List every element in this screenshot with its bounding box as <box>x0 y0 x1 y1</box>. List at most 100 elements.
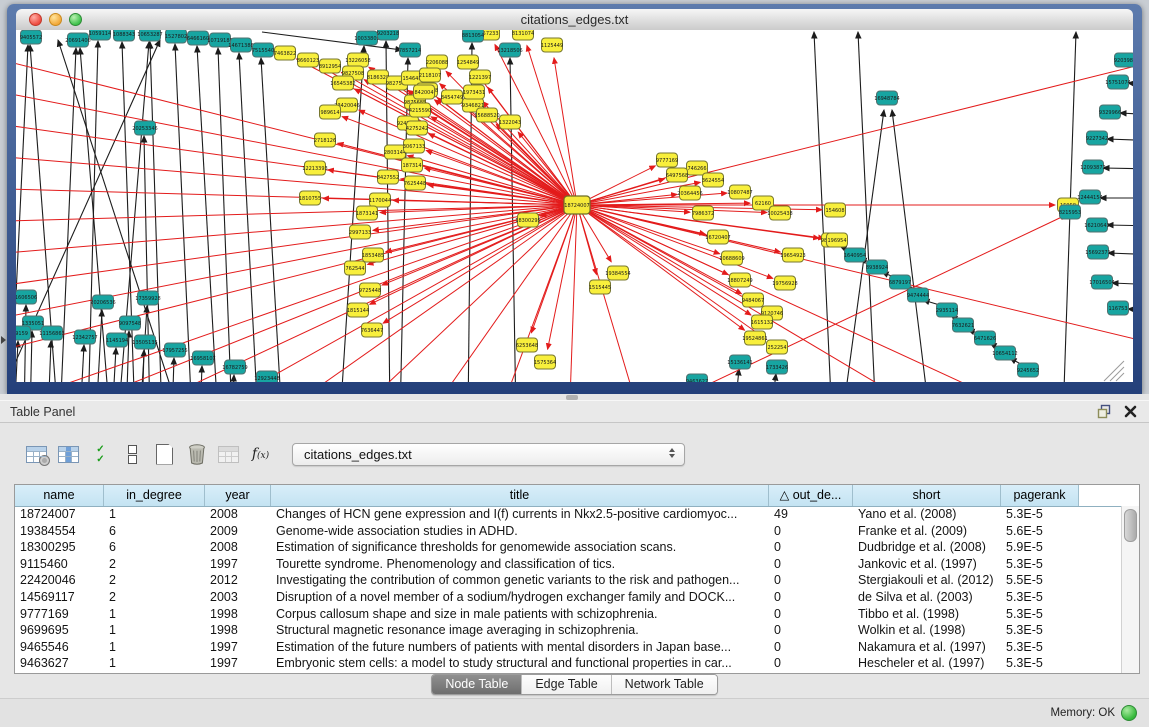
tab-network-table[interactable]: Network Table <box>611 675 717 694</box>
cell-title[interactable]: Genome-wide association studies in ADHD. <box>271 523 769 540</box>
cell-in_degree[interactable]: 2 <box>104 572 205 589</box>
table-row[interactable]: 969969511998Structural magnetic resonanc… <box>15 622 1122 639</box>
cell-short[interactable]: Hescheler et al. (1997) <box>853 655 1001 672</box>
table-row[interactable]: 911546021997Tourette syndrome. Phenomeno… <box>15 556 1122 573</box>
delete-table-icon[interactable] <box>184 441 209 467</box>
cell-out_de[interactable]: 0 <box>769 622 853 639</box>
cell-short[interactable]: Franke et al. (2009) <box>853 523 1001 540</box>
cell-pagerank[interactable]: 5.3E-5 <box>1001 655 1079 672</box>
cell-out_de[interactable]: 0 <box>769 655 853 672</box>
column-header-year[interactable]: year <box>205 485 271 506</box>
table-row[interactable]: 946362711997Embryonic stem cells: a mode… <box>15 655 1122 672</box>
cell-in_degree[interactable]: 1 <box>104 639 205 656</box>
cell-title[interactable]: Estimation of significance thresholds fo… <box>271 539 769 556</box>
table-row[interactable]: 1938455462009Genome-wide association stu… <box>15 523 1122 540</box>
table-row[interactable]: 946554611997Estimation of the future num… <box>15 639 1122 656</box>
cell-title[interactable]: Changes of HCN gene expression and I(f) … <box>271 506 769 523</box>
select-all-columns-icon[interactable]: ✓✓ <box>88 441 113 467</box>
cell-year[interactable]: 1998 <box>205 606 271 623</box>
cell-out_de[interactable]: 0 <box>769 606 853 623</box>
cell-out_de[interactable]: 0 <box>769 523 853 540</box>
cell-name[interactable]: 18300295 <box>15 539 104 556</box>
cell-in_degree[interactable]: 6 <box>104 523 205 540</box>
cell-year[interactable]: 1997 <box>205 655 271 672</box>
column-header-title[interactable]: title <box>271 485 769 506</box>
network-canvas[interactable]: 1872400774638228660123891295413226058982… <box>16 30 1133 382</box>
tab-edge-table[interactable]: Edge Table <box>521 675 610 694</box>
table-row[interactable]: 1456911722003Disruption of a novel membe… <box>15 589 1122 606</box>
cell-title[interactable]: Tourette syndrome. Phenomenology and cla… <box>271 556 769 573</box>
cell-year[interactable]: 2009 <box>205 523 271 540</box>
cell-title[interactable]: Investigating the contribution of common… <box>271 572 769 589</box>
column-header-short[interactable]: short <box>853 485 1001 506</box>
new-table-icon[interactable] <box>152 441 177 467</box>
cell-in_degree[interactable]: 1 <box>104 506 205 523</box>
cell-out_de[interactable]: 0 <box>769 556 853 573</box>
close-panel-icon[interactable] <box>1124 405 1137 418</box>
cell-name[interactable]: 14569117 <box>15 589 104 606</box>
table-row[interactable]: 2242004622012Investigating the contribut… <box>15 572 1122 589</box>
cell-pagerank[interactable]: 5.3E-5 <box>1001 556 1079 573</box>
cell-in_degree[interactable]: 6 <box>104 539 205 556</box>
cell-pagerank[interactable]: 5.3E-5 <box>1001 622 1079 639</box>
select-columns-icon[interactable] <box>56 441 81 467</box>
cell-year[interactable]: 1997 <box>205 556 271 573</box>
cell-pagerank[interactable]: 5.3E-5 <box>1001 639 1079 656</box>
cell-title[interactable]: Disruption of a novel member of a sodium… <box>271 589 769 606</box>
column-header-pagerank[interactable]: pagerank <box>1001 485 1079 506</box>
table-row[interactable]: 1872400712008Changes of HCN gene express… <box>15 506 1122 523</box>
cell-in_degree[interactable]: 1 <box>104 606 205 623</box>
cell-name[interactable]: 19384554 <box>15 523 104 540</box>
cell-in_degree[interactable]: 2 <box>104 556 205 573</box>
column-header-out_de[interactable]: △ out_de... <box>769 485 853 506</box>
memory-status-icon[interactable] <box>1121 705 1137 721</box>
cell-name[interactable]: 22420046 <box>15 572 104 589</box>
minimize-window-icon[interactable] <box>49 13 62 26</box>
cell-pagerank[interactable]: 5.3E-5 <box>1001 506 1079 523</box>
network-window-titlebar[interactable]: citations_edges.txt <box>16 9 1133 31</box>
cell-out_de[interactable]: 0 <box>769 589 853 606</box>
cell-out_de[interactable]: 0 <box>769 639 853 656</box>
cell-year[interactable]: 1998 <box>205 622 271 639</box>
column-header-name[interactable]: name <box>15 485 104 506</box>
cell-name[interactable]: 9699695 <box>15 622 104 639</box>
scrollbar-thumb[interactable] <box>1124 509 1137 542</box>
cell-in_degree[interactable]: 1 <box>104 622 205 639</box>
unselect-columns-icon[interactable] <box>120 441 145 467</box>
zoom-window-icon[interactable] <box>69 13 82 26</box>
vertical-scrollbar[interactable] <box>1121 506 1139 673</box>
cell-out_de[interactable]: 49 <box>769 506 853 523</box>
table-selector[interactable]: citations_edges.txt <box>292 443 685 466</box>
table-row[interactable]: 977716911998Corpus callosum shape and si… <box>15 606 1122 623</box>
column-header-in_degree[interactable]: in_degree <box>104 485 205 506</box>
cell-year[interactable]: 1997 <box>205 639 271 656</box>
cell-short[interactable]: Jankovic et al. (1997) <box>853 556 1001 573</box>
collapsed-panel-arrow-icon[interactable] <box>1 336 6 344</box>
cell-pagerank[interactable]: 5.5E-5 <box>1001 572 1079 589</box>
cell-short[interactable]: de Silva et al. (2003) <box>853 589 1001 606</box>
cell-title[interactable]: Corpus callosum shape and size in male p… <box>271 606 769 623</box>
close-window-icon[interactable] <box>29 13 42 26</box>
cell-title[interactable]: Structural magnetic resonance image aver… <box>271 622 769 639</box>
cell-year[interactable]: 2008 <box>205 506 271 523</box>
cell-short[interactable]: Yano et al. (2008) <box>853 506 1001 523</box>
cell-name[interactable]: 9463627 <box>15 655 104 672</box>
cell-year[interactable]: 2003 <box>205 589 271 606</box>
cell-short[interactable]: Nakamura et al. (1997) <box>853 639 1001 656</box>
cell-out_de[interactable]: 0 <box>769 539 853 556</box>
cell-year[interactable]: 2012 <box>205 572 271 589</box>
cell-name[interactable]: 9465546 <box>15 639 104 656</box>
cell-in_degree[interactable]: 2 <box>104 589 205 606</box>
cell-short[interactable]: Stergiakouli et al. (2012) <box>853 572 1001 589</box>
function-builder-icon[interactable]: f(x) <box>248 441 273 467</box>
cell-name[interactable]: 9777169 <box>15 606 104 623</box>
tab-node-table[interactable]: Node Table <box>432 675 521 694</box>
cell-name[interactable]: 18724007 <box>15 506 104 523</box>
cell-title[interactable]: Estimation of the future numbers of pati… <box>271 639 769 656</box>
cell-pagerank[interactable]: 5.3E-5 <box>1001 589 1079 606</box>
cell-short[interactable]: Wolkin et al. (1998) <box>853 622 1001 639</box>
cell-out_de[interactable]: 0 <box>769 572 853 589</box>
cell-in_degree[interactable]: 1 <box>104 655 205 672</box>
cell-year[interactable]: 2008 <box>205 539 271 556</box>
cell-title[interactable]: Embryonic stem cells: a model to study s… <box>271 655 769 672</box>
